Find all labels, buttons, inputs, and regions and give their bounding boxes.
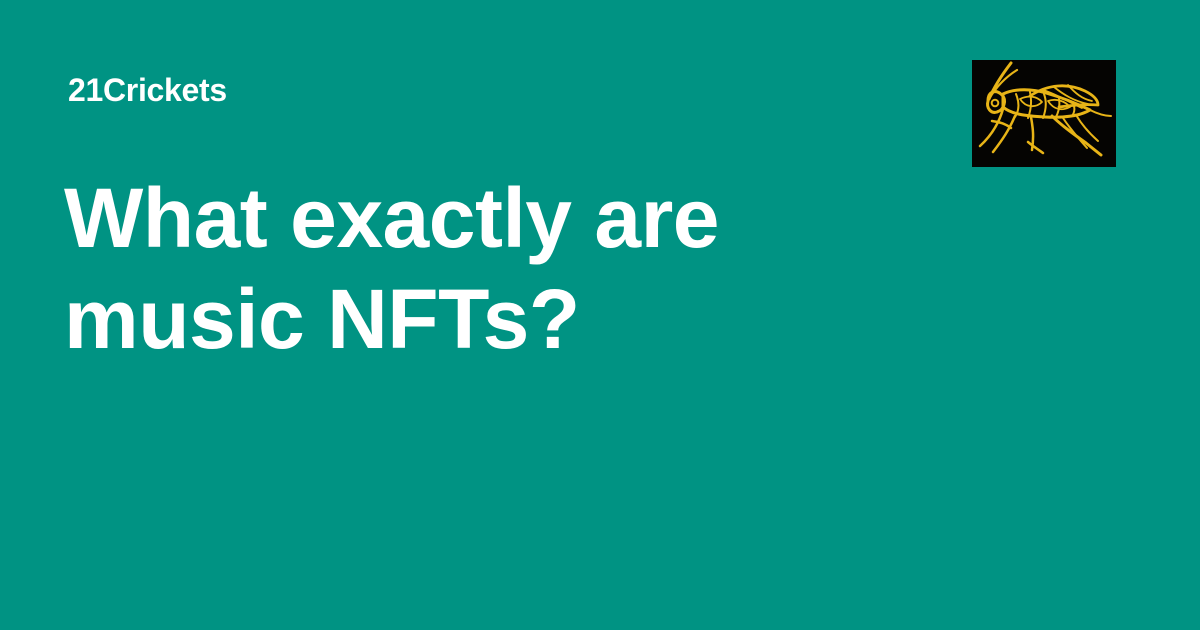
cricket-icon bbox=[972, 60, 1116, 167]
publication-logo bbox=[972, 60, 1116, 167]
social-card: 21Crickets What exactly are music NFTs? bbox=[0, 0, 1200, 630]
post-title: What exactly are music NFTs? bbox=[64, 171, 719, 366]
publication-name: 21Crickets bbox=[68, 72, 227, 108]
